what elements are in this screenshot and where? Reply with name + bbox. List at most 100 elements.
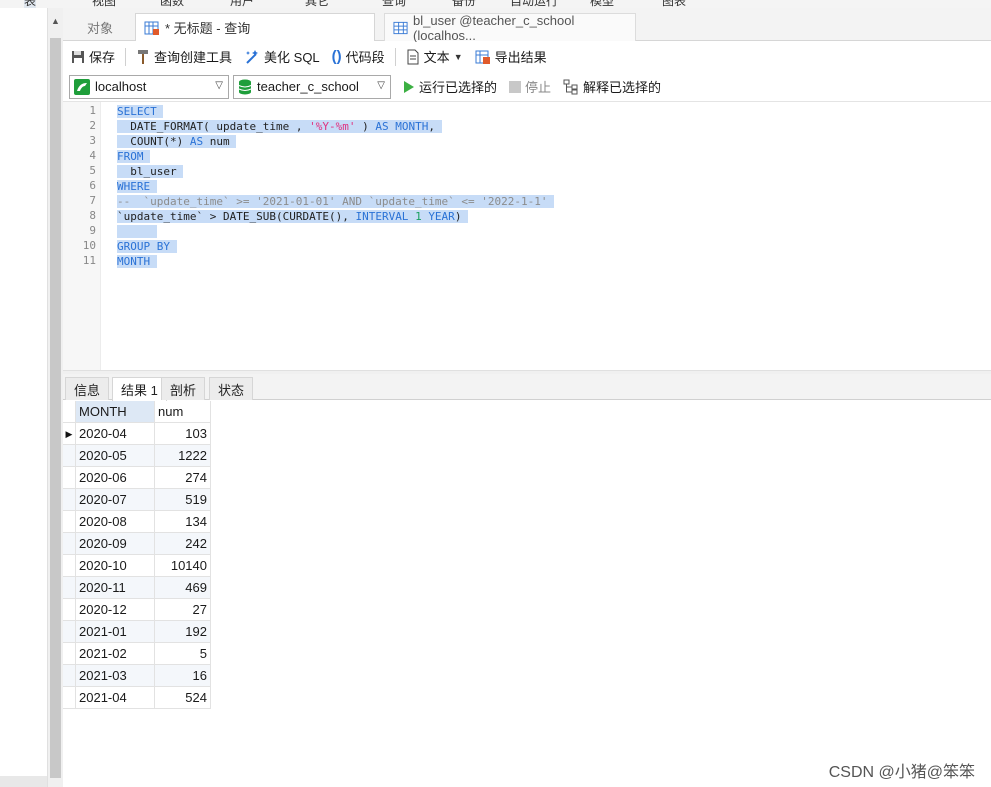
code-line[interactable] <box>117 224 157 239</box>
current-row-indicator-icon[interactable]: ▶ <box>63 423 76 445</box>
header-corner <box>63 401 76 423</box>
toolbar-divider <box>125 47 127 66</box>
cell-num[interactable]: 274 <box>155 467 211 489</box>
cell-month[interactable]: 2020-06 <box>76 467 155 489</box>
query-builder-button[interactable]: 查询创建工具 <box>130 45 238 69</box>
save-button[interactable]: 保存 <box>65 45 121 69</box>
column-header[interactable]: num <box>155 401 211 423</box>
cell-num[interactable]: 519 <box>155 489 211 511</box>
code-line[interactable]: `update_time` > DATE_SUB(CURDATE(), INTE… <box>117 209 469 224</box>
code-line[interactable]: bl_user <box>117 164 184 179</box>
tab-status[interactable]: 状态 <box>209 377 254 400</box>
row-indicator[interactable] <box>63 599 76 621</box>
cell-num[interactable]: 524 <box>155 687 211 709</box>
export-results-button[interactable]: 导出结果 <box>469 45 553 69</box>
row-indicator[interactable] <box>63 577 76 599</box>
cell-num[interactable]: 134 <box>155 511 211 533</box>
code-line[interactable]: FROM <box>117 149 151 164</box>
tab-result-1[interactable]: 结果 1 <box>112 377 167 401</box>
tab-profile[interactable]: 剖析 <box>161 377 206 400</box>
row-indicator[interactable] <box>63 621 76 643</box>
database-select[interactable]: teacher_c_school ▽ <box>233 74 391 99</box>
row-indicator[interactable] <box>63 467 76 489</box>
menu-item-chart[interactable]: 图表 <box>662 0 686 8</box>
menu-item-query[interactable]: 查询 <box>382 0 406 8</box>
cell-month[interactable]: 2020-09 <box>76 533 155 555</box>
row-indicator[interactable] <box>63 643 76 665</box>
scroll-up-arrow-icon[interactable]: ▲ <box>51 16 60 26</box>
cell-num[interactable]: 5 <box>155 643 211 665</box>
database-icon <box>238 79 252 94</box>
sidebar-scrollbar[interactable]: ▲ <box>47 8 63 787</box>
code-line[interactable]: GROUP BY <box>117 239 177 254</box>
row-indicator[interactable] <box>63 533 76 555</box>
explain-selected-button[interactable]: 解释已选择的 <box>557 75 667 99</box>
row-indicator[interactable] <box>63 489 76 511</box>
menu-item-function[interactable]: 函数 <box>160 0 184 8</box>
result-grid[interactable]: MONTH num ▶ 2020-04 103 2020-05 1222 2020-06 274… <box>63 401 991 787</box>
text-mode-button[interactable]: 文本 ▼ <box>400 45 469 69</box>
column-header[interactable]: MONTH <box>76 401 155 423</box>
dropdown-arrow-icon[interactable]: ▼ <box>454 52 463 62</box>
chevron-down-icon: ▽ <box>215 79 223 91</box>
cell-month[interactable]: 2021-01 <box>76 621 155 643</box>
explain-tree-icon <box>563 79 578 94</box>
code-line[interactable]: COUNT(*) AS num <box>117 134 237 149</box>
tab-objects[interactable]: 对象 <box>79 13 121 41</box>
cell-num[interactable]: 16 <box>155 665 211 687</box>
menu-item-table[interactable]: 表 <box>24 0 37 8</box>
code-snippet-label: 代码段 <box>345 50 385 65</box>
row-indicator[interactable] <box>63 511 76 533</box>
tab-info[interactable]: 信息 <box>65 377 110 400</box>
connection-select[interactable]: localhost ▽ <box>69 74 229 99</box>
cell-num[interactable]: 469 <box>155 577 211 599</box>
menu-item-model[interactable]: 模型 <box>590 0 614 8</box>
beautify-sql-button[interactable]: 美化 SQL <box>238 45 326 69</box>
cell-num[interactable]: 192 <box>155 621 211 643</box>
line-number: 10 <box>82 239 96 252</box>
code-line[interactable]: MONTH <box>117 254 157 269</box>
row-indicator[interactable] <box>63 665 76 687</box>
scrollbar-thumb[interactable] <box>50 38 61 778</box>
code-line[interactable]: DATE_FORMAT( update_time , '%Y-%m' ) AS … <box>117 119 442 134</box>
row-indicator[interactable] <box>63 445 76 467</box>
cell-num[interactable]: 103 <box>155 423 211 445</box>
line-number: 8 <box>89 209 96 222</box>
code-snippet-button[interactable]: () 代码段 <box>326 45 391 69</box>
cell-month[interactable]: 2020-12 <box>76 599 155 621</box>
hammer-icon <box>138 49 149 64</box>
tab-table-bl-user[interactable]: bl_user @teacher_c_school (localhos... <box>384 13 636 43</box>
row-indicator[interactable] <box>63 687 76 709</box>
cell-month[interactable]: 2021-03 <box>76 665 155 687</box>
line-number: 2 <box>89 119 96 132</box>
cell-month[interactable]: 2020-08 <box>76 511 155 533</box>
cell-num[interactable]: 242 <box>155 533 211 555</box>
menu-item-backup[interactable]: 备份 <box>452 0 476 8</box>
menu-item-other[interactable]: 其它 <box>305 0 329 8</box>
cell-month[interactable]: 2020-05 <box>76 445 155 467</box>
menu-item-view[interactable]: 视图 <box>92 0 116 8</box>
cell-num[interactable]: 10140 <box>155 555 211 577</box>
object-sidebar <box>0 8 47 787</box>
row-indicator[interactable] <box>63 555 76 577</box>
sql-editor[interactable]: 1 2 3 4 5 6 7 8 9 10 11 SELECT DATE_FORMAT( update… <box>63 102 991 370</box>
cell-month[interactable]: 2020-10 <box>76 555 155 577</box>
code-line[interactable]: -- `update_time` >= '2021-01-01' AND `up… <box>117 194 555 209</box>
cell-month[interactable]: 2021-02 <box>76 643 155 665</box>
query-builder-label: 查询创建工具 <box>154 50 233 65</box>
code-line[interactable]: SELECT <box>117 104 164 119</box>
cell-month[interactable]: 2020-11 <box>76 577 155 599</box>
cell-month[interactable]: 2021-04 <box>76 687 155 709</box>
run-selected-button[interactable]: 运行已选择的 <box>397 75 503 99</box>
cell-num[interactable]: 27 <box>155 599 211 621</box>
sidebar-footer <box>0 776 47 787</box>
menu-item-user[interactable]: 用户 <box>230 0 254 8</box>
text-mode-label: 文本 <box>423 50 450 65</box>
tab-query[interactable]: * 无标题 - 查询 <box>135 13 375 41</box>
menu-item-automation[interactable]: 自动运行 <box>510 0 558 8</box>
cell-num[interactable]: 1222 <box>155 445 211 467</box>
code-line[interactable]: WHERE <box>117 179 157 194</box>
stop-button[interactable]: 停止 <box>503 75 557 99</box>
cell-month[interactable]: 2020-04 <box>76 423 155 445</box>
cell-month[interactable]: 2020-07 <box>76 489 155 511</box>
